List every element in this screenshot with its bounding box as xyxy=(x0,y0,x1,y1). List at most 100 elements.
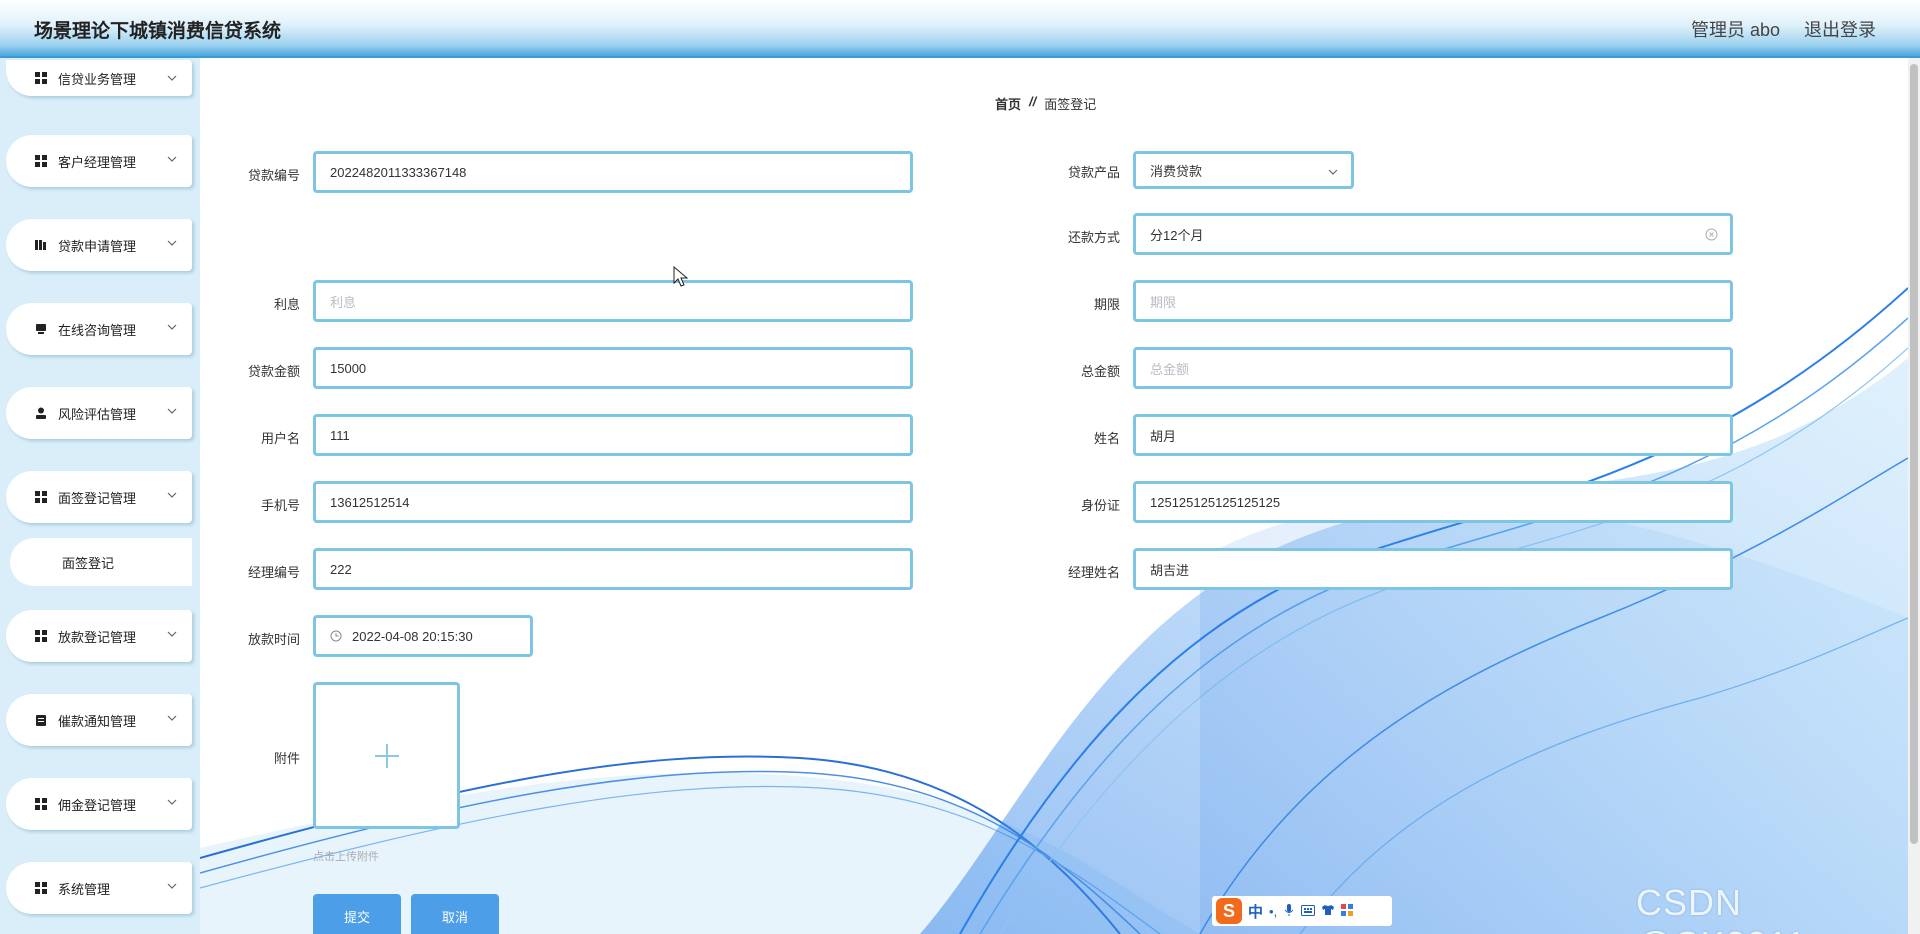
release-time-value: 2022-04-08 20:15:30 xyxy=(352,628,473,644)
sidebar-item-risk-assessment[interactable]: 风险评估管理 xyxy=(6,387,192,439)
username-label: 用户名 xyxy=(260,431,300,446)
mic-icon[interactable] xyxy=(1283,903,1295,920)
top-header: 场景理论下城镇消费信贷系统 管理员 abo 退出登录 xyxy=(0,0,1920,58)
chevron-down-icon xyxy=(167,408,177,414)
app-title: 场景理论下城镇消费信贷系统 xyxy=(34,21,282,42)
grid-icon xyxy=(34,490,48,504)
skin-shirt-icon[interactable] xyxy=(1321,904,1335,919)
name-label: 姓名 xyxy=(1093,431,1120,446)
clear-icon[interactable] xyxy=(1705,228,1718,241)
chevron-down-icon xyxy=(1328,169,1338,175)
sidebar-item-label: 风险评估管理 xyxy=(58,406,137,422)
loan-product-label: 贷款产品 xyxy=(1067,165,1120,180)
book-icon xyxy=(34,238,48,252)
loan-amount-label: 贷款金额 xyxy=(247,364,300,379)
chevron-down-icon xyxy=(167,715,177,721)
repayment-field[interactable]: 分12个月 xyxy=(1133,213,1733,255)
ime-punct[interactable]: •, xyxy=(1269,904,1277,919)
sidebar-item-loan-business[interactable]: 信贷业务管理 xyxy=(6,60,192,96)
watermark: CSDN @CK3011 xyxy=(1636,882,1806,934)
sidebar-item-label: 信贷业务管理 xyxy=(58,71,137,87)
total-amount-label: 总金额 xyxy=(1080,364,1120,379)
current-user[interactable]: 管理员 abo xyxy=(1691,16,1780,42)
manager-no-field[interactable]: 222 xyxy=(313,548,913,590)
user-icon xyxy=(34,406,48,420)
chevron-down-icon xyxy=(167,631,177,637)
plus-icon xyxy=(375,744,399,768)
loan-product-select[interactable]: 消费贷款 xyxy=(1133,151,1354,189)
clipboard-icon xyxy=(34,713,48,727)
chevron-down-icon xyxy=(167,240,177,246)
sidebar-subitem-interview[interactable]: 面签登记 xyxy=(10,538,192,586)
breadcrumb-separator: // xyxy=(1029,94,1037,109)
logout-button[interactable]: 退出登录 xyxy=(1804,16,1876,42)
sidebar-item-commission-register[interactable]: 佣金登记管理 xyxy=(6,778,192,830)
attachment-label: 附件 xyxy=(273,751,300,766)
sidebar-item-customer-manager[interactable]: 客户经理管理 xyxy=(6,135,192,187)
sidebar-item-release-register[interactable]: 放款登记管理 xyxy=(6,610,192,662)
term-field[interactable]: 期限 xyxy=(1133,280,1733,322)
apps-icon[interactable] xyxy=(1341,903,1354,919)
sidebar-item-label: 佣金登记管理 xyxy=(58,797,137,813)
main-content: 首页 // 面签登记 贷款编号 2022482011333367148 利息 利… xyxy=(200,58,1908,934)
upload-tip: 点击上传附件 xyxy=(313,851,379,863)
sogou-logo-icon: S xyxy=(1216,898,1242,924)
interest-field[interactable]: 利息 xyxy=(313,280,913,322)
chevron-down-icon xyxy=(167,883,177,889)
scrollbar-thumb[interactable] xyxy=(1910,64,1918,844)
id-card-label: 身份证 xyxy=(1080,498,1120,513)
loan-product-value: 消费贷款 xyxy=(1150,163,1203,179)
manager-name-field[interactable]: 胡吉进 xyxy=(1133,548,1733,590)
chevron-down-icon xyxy=(167,75,177,81)
id-card-field[interactable]: 125125125125125125 xyxy=(1133,481,1733,523)
chevron-down-icon xyxy=(167,156,177,162)
ime-mode[interactable]: 中 xyxy=(1248,901,1263,922)
loan-no-label: 贷款编号 xyxy=(247,168,300,183)
sidebar-item-label: 在线咨询管理 xyxy=(58,322,137,338)
chevron-down-icon xyxy=(167,324,177,330)
sidebar-item-loan-application[interactable]: 贷款申请管理 xyxy=(6,219,192,271)
manager-no-label: 经理编号 xyxy=(247,565,300,580)
breadcrumb: 首页 // 面签登记 xyxy=(995,94,1096,113)
grid-icon xyxy=(34,881,48,895)
breadcrumb-current: 面签登记 xyxy=(1044,97,1097,112)
loan-no-field[interactable]: 2022482011333367148 xyxy=(313,151,913,193)
sidebar: 信贷业务管理 客户经理管理 贷款申请管理 在线咨询管理 风险评估管理 面签登记管… xyxy=(0,58,200,934)
sidebar-item-label: 面签登记管理 xyxy=(58,490,137,506)
loan-amount-field[interactable]: 15000 xyxy=(313,347,913,389)
sidebar-item-interview-register[interactable]: 面签登记管理 xyxy=(6,471,192,523)
grid-icon xyxy=(34,797,48,811)
sidebar-subitem-label: 面签登记 xyxy=(62,555,115,571)
sidebar-item-online-consult[interactable]: 在线咨询管理 xyxy=(6,303,192,355)
vertical-scrollbar[interactable] xyxy=(1908,58,1920,934)
breadcrumb-home[interactable]: 首页 xyxy=(995,94,1021,113)
mouse-cursor-icon xyxy=(673,266,689,287)
sidebar-item-collection-notice[interactable]: 催款通知管理 xyxy=(6,694,192,746)
keyboard-icon[interactable] xyxy=(1301,904,1316,919)
grid-icon xyxy=(34,71,48,85)
chevron-down-icon xyxy=(167,492,177,498)
cancel-button[interactable]: 取消 xyxy=(411,894,499,934)
release-time-picker[interactable]: 2022-04-08 20:15:30 xyxy=(313,615,533,657)
repayment-value: 分12个月 xyxy=(1150,227,1204,243)
name-field[interactable]: 胡月 xyxy=(1133,414,1733,456)
ime-toolbar[interactable]: S 中 •, xyxy=(1212,896,1392,926)
grid-icon xyxy=(34,629,48,643)
username-field[interactable]: 111 xyxy=(313,414,913,456)
sidebar-item-label: 系统管理 xyxy=(58,881,111,897)
clock-icon xyxy=(330,630,342,642)
sidebar-item-label: 催款通知管理 xyxy=(58,713,137,729)
grid-icon xyxy=(34,154,48,168)
phone-label: 手机号 xyxy=(260,498,300,513)
chevron-down-icon xyxy=(167,799,177,805)
submit-button[interactable]: 提交 xyxy=(313,894,401,934)
release-time-label: 放款时间 xyxy=(247,632,300,647)
sidebar-item-label: 放款登记管理 xyxy=(58,629,137,645)
term-label: 期限 xyxy=(1093,297,1120,312)
phone-field[interactable]: 13612512514 xyxy=(313,481,913,523)
sidebar-item-system[interactable]: 系统管理 xyxy=(6,862,192,914)
attachment-upload[interactable] xyxy=(313,682,460,829)
manager-name-label: 经理姓名 xyxy=(1067,565,1120,580)
sidebar-item-label: 客户经理管理 xyxy=(58,154,137,170)
total-amount-field[interactable]: 总金额 xyxy=(1133,347,1733,389)
